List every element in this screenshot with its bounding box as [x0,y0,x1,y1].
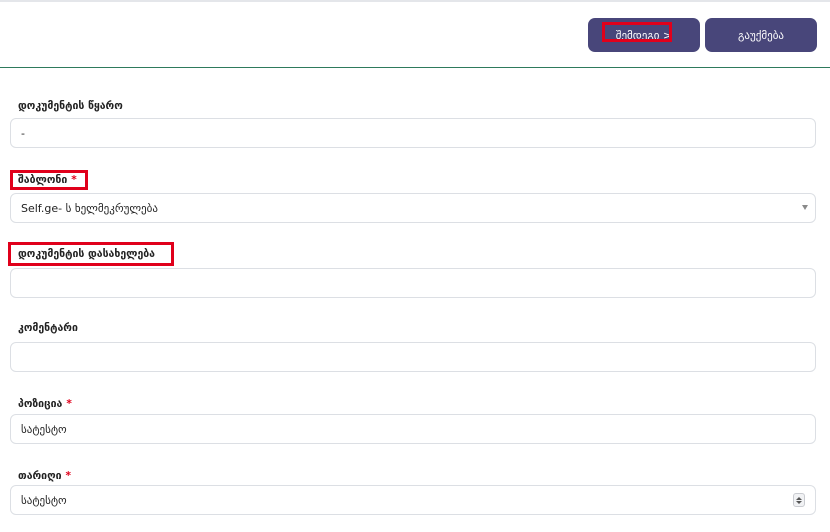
doc-name-label: დოკუმენტის დასახელება [18,248,155,260]
date-value: სატესტო [21,493,67,507]
source-value: - [21,126,25,140]
template-value: Self.ge- ს ხელმეკრულება [21,201,158,215]
template-select[interactable]: Self.ge- ს ხელმეკრულება [10,193,816,223]
required-asterisk: * [65,470,72,482]
cancel-button[interactable]: გაუქმება [705,18,817,52]
date-label: თარიღი * [18,470,72,482]
dropdown-caret-icon [802,205,808,210]
required-asterisk: * [71,174,77,186]
highlight-box-next [602,22,672,42]
cancel-button-label: გაუქმება [738,28,784,42]
top-border [0,0,830,2]
source-label: დოკუმენტის წყარო [18,100,123,112]
comment-input[interactable] [10,342,816,372]
header-divider [0,67,830,68]
source-field[interactable]: - [10,118,816,148]
comment-label: კომენტარი [18,322,78,334]
template-label: შაბლონი * [18,174,77,186]
required-asterisk: * [66,398,72,410]
position-input[interactable]: სატესტო [10,414,816,444]
next-button[interactable]: შემდეგი > [588,18,700,52]
doc-name-input[interactable] [10,268,816,298]
date-input[interactable]: სატესტო [10,485,816,515]
position-value: სატესტო [21,422,67,436]
stepper-icon[interactable] [793,493,805,507]
position-label: პოზიცია * [18,398,72,410]
